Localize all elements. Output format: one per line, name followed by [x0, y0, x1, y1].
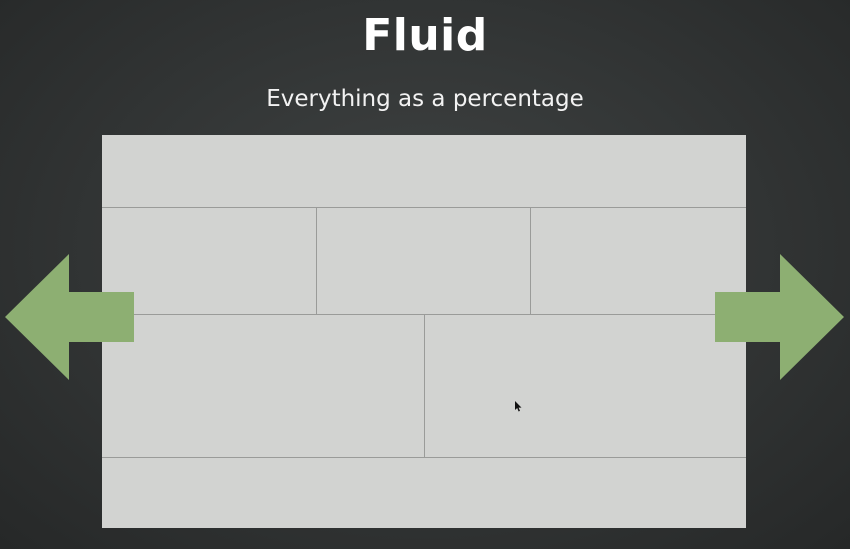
arrow-right-icon: [715, 254, 844, 380]
fluid-layout-box: [102, 135, 746, 528]
slide-subtitle: Everything as a percentage: [266, 86, 584, 112]
header-row-divider: [102, 207, 746, 208]
slide-title: Fluid: [362, 10, 488, 61]
three-column-divider-1: [316, 207, 317, 314]
two-column-divider: [424, 314, 425, 457]
mouse-pointer-icon: [515, 401, 522, 412]
footer-row-divider: [102, 457, 746, 458]
three-column-divider-2: [530, 207, 531, 314]
arrow-left-icon: [5, 254, 134, 380]
